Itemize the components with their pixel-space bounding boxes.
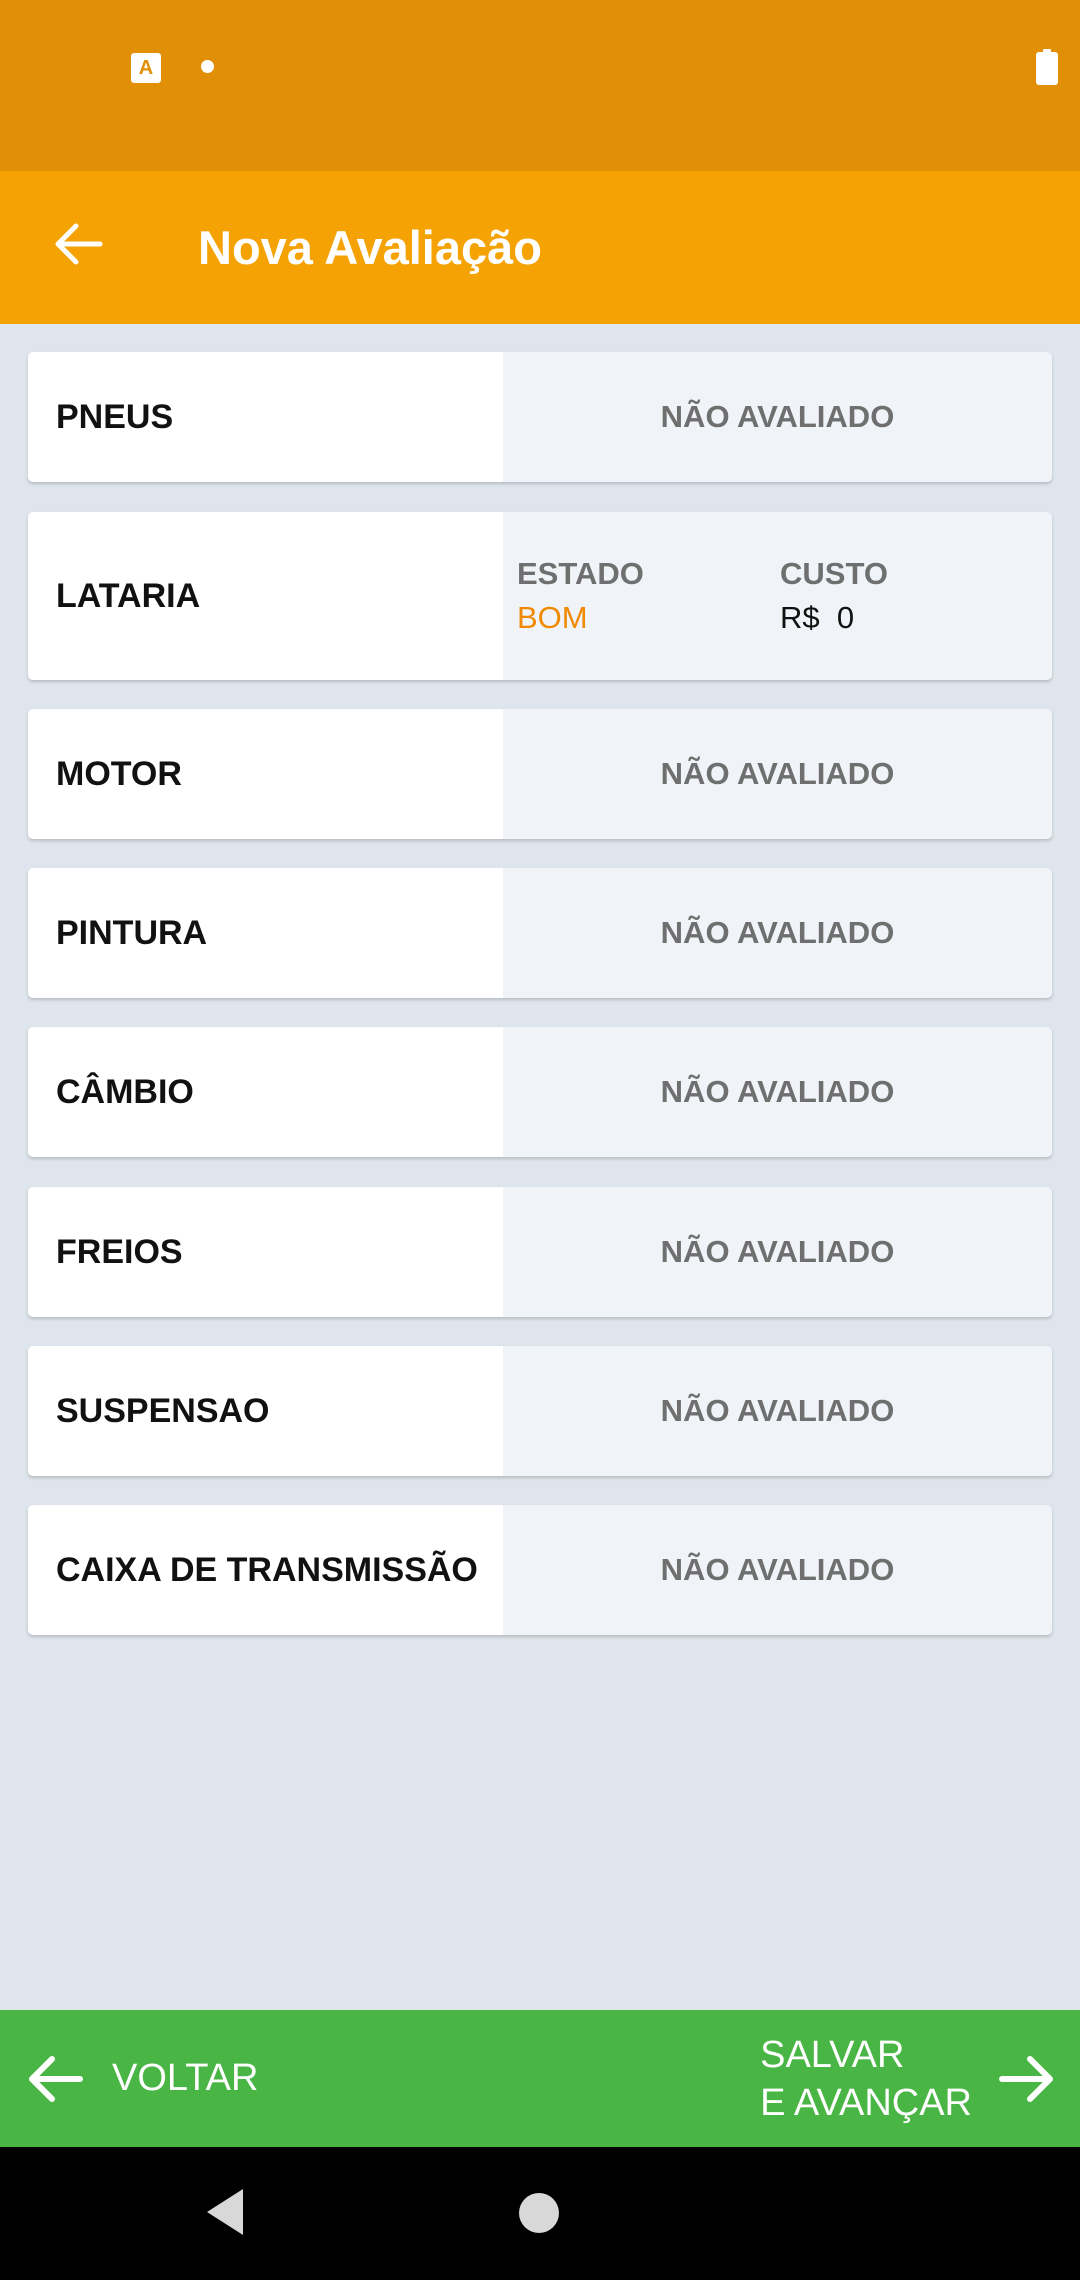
estado-header: ESTADO — [517, 556, 644, 591]
salvar-label-line1: SALVAR — [760, 2033, 905, 2076]
item-status: NÃO AVALIADO — [503, 352, 1052, 482]
salvar-e-avancar-button[interactable]: SALVAR E AVANÇAR — [760, 2010, 1058, 2147]
estado-column: ESTADO BOM — [517, 556, 644, 636]
list-item-lataria[interactable]: LATARIA ESTADO BOM CUSTO R$ 0 — [28, 512, 1052, 680]
list-item-freios[interactable]: FREIOS NÃO AVALIADO — [28, 1187, 1052, 1317]
item-label: LATARIA — [28, 512, 503, 680]
item-label: CÂMBIO — [28, 1027, 503, 1157]
list-item-pneus[interactable]: PNEUS NÃO AVALIADO — [28, 352, 1052, 482]
list-item-pintura[interactable]: PINTURA NÃO AVALIADO — [28, 868, 1052, 998]
a-notification-icon: A — [131, 53, 161, 83]
arrow-left-icon[interactable] — [50, 216, 106, 272]
item-label: MOTOR — [28, 709, 503, 839]
list-item-cambio[interactable]: CÂMBIO NÃO AVALIADO — [28, 1027, 1052, 1157]
item-status: NÃO AVALIADO — [503, 1505, 1052, 1635]
app-bar: Nova Avaliação — [0, 171, 1080, 324]
page-title: Nova Avaliação — [198, 221, 542, 274]
item-status: NÃO AVALIADO — [503, 709, 1052, 839]
item-status: NÃO AVALIADO — [503, 1346, 1052, 1476]
system-nav-bar — [0, 2147, 1080, 2280]
custo-header: CUSTO — [780, 556, 888, 591]
item-evaluation: ESTADO BOM CUSTO R$ 0 — [503, 512, 1052, 680]
arrow-left-icon — [29, 2055, 83, 2102]
item-status: NÃO AVALIADO — [503, 1027, 1052, 1157]
item-status: NÃO AVALIADO — [503, 868, 1052, 998]
list-item-suspensao[interactable]: SUSPENSAO NÃO AVALIADO — [28, 1346, 1052, 1476]
bottom-action-bar: VOLTAR SALVAR E AVANÇAR — [0, 2010, 1080, 2147]
list-item-motor[interactable]: MOTOR NÃO AVALIADO — [28, 709, 1052, 839]
salvar-label-line2: E AVANÇAR — [760, 2081, 972, 2124]
screen: A Nova Avaliação PNEUS NÃO AVALIADO LATA… — [0, 0, 1080, 2280]
item-label: PNEUS — [28, 352, 503, 482]
voltar-label: VOLTAR — [112, 2057, 259, 2099]
status-bar: A — [0, 0, 1080, 171]
custo-column: CUSTO R$ 0 — [780, 556, 888, 636]
item-label: CAIXA DE TRANSMISSÃO — [28, 1505, 503, 1635]
arrow-right-icon — [999, 2055, 1053, 2102]
nav-back-icon[interactable] — [203, 2187, 247, 2237]
item-status: NÃO AVALIADO — [503, 1187, 1052, 1317]
item-label: SUSPENSAO — [28, 1346, 503, 1476]
salvar-e-avancar-label: SALVAR E AVANÇAR — [760, 2031, 972, 2127]
voltar-button[interactable]: VOLTAR — [24, 2010, 258, 2147]
item-label: FREIOS — [28, 1187, 503, 1317]
nav-home-icon[interactable] — [519, 2193, 559, 2233]
list-item-caixa-de-transmissao[interactable]: CAIXA DE TRANSMISSÃO NÃO AVALIADO — [28, 1505, 1052, 1635]
battery-icon — [1036, 49, 1058, 85]
estado-value: BOM — [517, 600, 588, 635]
dot-icon — [201, 60, 214, 73]
custo-value: R$ 0 — [780, 600, 855, 635]
item-label: PINTURA — [28, 868, 503, 998]
